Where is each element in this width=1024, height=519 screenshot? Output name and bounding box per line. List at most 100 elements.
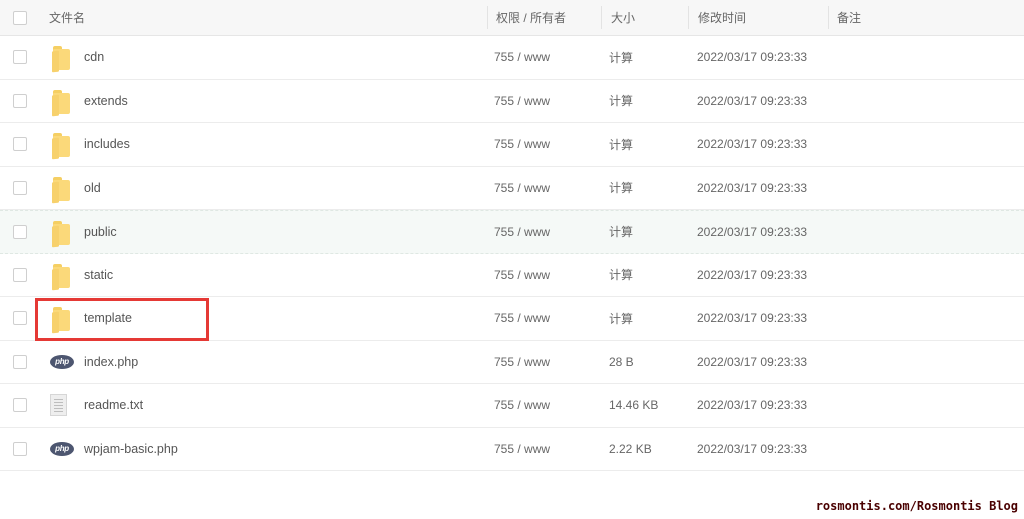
file-icon-cell[interactable]	[50, 80, 72, 123]
folder-icon	[50, 88, 72, 117]
file-icon-cell[interactable]	[50, 123, 72, 166]
file-icon-cell[interactable]	[50, 167, 72, 210]
header-note[interactable]: 备注	[837, 0, 861, 35]
folder-icon	[50, 262, 72, 291]
file-name[interactable]: readme.txt	[84, 384, 143, 427]
row-checkbox[interactable]	[13, 50, 27, 65]
folder-icon	[50, 131, 72, 160]
file-name[interactable]: cdn	[84, 36, 104, 79]
file-icon-cell[interactable]	[50, 254, 72, 297]
select-all-cell	[13, 0, 27, 35]
table-row[interactable]: cdn 755 / www 计算 2022/03/17 09:23:33	[0, 36, 1024, 80]
file-size[interactable]: 计算	[609, 36, 633, 79]
row-checkbox[interactable]	[13, 180, 27, 195]
file-icon-cell[interactable]: php	[50, 341, 74, 384]
text-file-icon	[50, 394, 67, 417]
highlight-box	[35, 298, 209, 341]
file-permission[interactable]: 755 / www	[494, 211, 550, 253]
php-file-icon: php	[50, 441, 74, 456]
row-checkbox[interactable]	[13, 267, 27, 282]
file-modified-time: 2022/03/17 09:23:33	[697, 93, 808, 108]
row-checkbox[interactable]	[13, 398, 27, 413]
file-permission[interactable]: 755 / www	[494, 80, 550, 123]
header-modified[interactable]: 修改时间	[698, 0, 746, 35]
table-row[interactable]: static 755 / www 计算 2022/03/17 09:23:33	[0, 254, 1024, 297]
file-size[interactable]: 计算	[609, 211, 633, 253]
file-size[interactable]: 计算	[609, 297, 633, 340]
file-name[interactable]: extends	[84, 80, 128, 123]
file-icon-cell[interactable]	[50, 384, 67, 427]
row-check-cell	[13, 297, 27, 340]
select-all-checkbox[interactable]	[13, 10, 27, 25]
file-list: cdn 755 / www 计算 2022/03/17 09:23:33 extends…	[0, 36, 1024, 471]
file-size[interactable]: 28 B	[609, 341, 634, 384]
file-size[interactable]: 计算	[609, 254, 633, 297]
file-size[interactable]: 计算	[609, 123, 633, 166]
table-row[interactable]: old 755 / www 计算 2022/03/17 09:23:33	[0, 167, 1024, 210]
file-modified-time: 2022/03/17 09:23:33	[697, 50, 808, 65]
file-size[interactable]: 2.22 KB	[609, 428, 652, 471]
file-permission[interactable]: 755 / www	[494, 297, 550, 340]
table-row[interactable]: readme.txt 755 / www 14.46 KB 2022/03/17 09…	[0, 384, 1024, 428]
folder-icon	[50, 175, 72, 204]
file-permission[interactable]: 755 / www	[494, 123, 550, 166]
file-modified-time: 2022/03/17 09:23:33	[697, 180, 808, 195]
file-modified-time: 2022/03/17 09:23:33	[697, 354, 808, 369]
header-divider	[688, 6, 689, 29]
row-checkbox[interactable]	[13, 354, 27, 369]
file-permission[interactable]: 755 / www	[494, 341, 550, 384]
file-modified-time: 2022/03/17 09:23:33	[697, 224, 808, 239]
file-name[interactable]: old	[84, 167, 101, 210]
row-check-cell	[13, 384, 27, 427]
file-icon-cell[interactable]: php	[50, 428, 74, 471]
file-permission[interactable]: 755 / www	[494, 254, 550, 297]
header-permission[interactable]: 权限 / 所有者	[496, 0, 566, 35]
table-row[interactable]: public 755 / www 计算 2022/03/17 09:23:33	[0, 210, 1024, 254]
row-checkbox[interactable]	[13, 93, 27, 108]
file-permission[interactable]: 755 / www	[494, 428, 550, 471]
header-divider	[487, 6, 488, 29]
header-divider	[601, 6, 602, 29]
table-row[interactable]: includes 755 / www 计算 2022/03/17 09:23:33	[0, 123, 1024, 167]
file-name[interactable]: wpjam-basic.php	[84, 428, 178, 471]
folder-icon	[50, 219, 72, 248]
file-size[interactable]: 计算	[609, 167, 633, 210]
php-file-icon: php	[50, 354, 74, 369]
table-row[interactable]: extends 755 / www 计算 2022/03/17 09:23:33	[0, 80, 1024, 123]
row-checkbox[interactable]	[13, 311, 27, 326]
file-permission[interactable]: 755 / www	[494, 167, 550, 210]
watermark: rosmontis.com/Rosmontis Blog	[815, 499, 1018, 513]
folder-icon	[50, 44, 72, 73]
file-name[interactable]: static	[84, 254, 113, 297]
row-check-cell	[13, 123, 27, 166]
file-modified-time: 2022/03/17 09:23:33	[697, 398, 808, 413]
row-checkbox[interactable]	[13, 441, 27, 456]
row-check-cell	[13, 167, 27, 210]
row-check-cell	[13, 36, 27, 79]
file-modified-time: 2022/03/17 09:23:33	[697, 137, 808, 152]
file-icon-cell[interactable]	[50, 211, 72, 253]
file-table: 文件名 权限 / 所有者 大小 修改时间 备注 cdn 755 / www 计算 20…	[0, 0, 1024, 471]
row-checkbox[interactable]	[13, 137, 27, 152]
file-modified-time: 2022/03/17 09:23:33	[697, 311, 808, 326]
file-permission[interactable]: 755 / www	[494, 36, 550, 79]
file-size[interactable]: 14.46 KB	[609, 384, 658, 427]
row-check-cell	[13, 211, 27, 253]
file-modified-time: 2022/03/17 09:23:33	[697, 267, 808, 282]
file-modified-time: 2022/03/17 09:23:33	[697, 441, 808, 456]
header-divider	[828, 6, 829, 29]
table-row[interactable]: php wpjam-basic.php 755 / www 2.22 KB 2022/0…	[0, 428, 1024, 471]
header-size[interactable]: 大小	[611, 0, 635, 35]
file-size[interactable]: 计算	[609, 80, 633, 123]
file-name[interactable]: includes	[84, 123, 130, 166]
file-name[interactable]: public	[84, 211, 117, 253]
header-name[interactable]: 文件名	[49, 0, 85, 35]
file-icon-cell[interactable]	[50, 36, 72, 79]
table-row[interactable]: php index.php 755 / www 28 B 2022/03/17 09:2…	[0, 341, 1024, 384]
row-check-cell	[13, 428, 27, 471]
row-checkbox[interactable]	[13, 224, 27, 239]
file-permission[interactable]: 755 / www	[494, 384, 550, 427]
row-check-cell	[13, 254, 27, 297]
file-name[interactable]: index.php	[84, 341, 138, 384]
row-check-cell	[13, 80, 27, 123]
